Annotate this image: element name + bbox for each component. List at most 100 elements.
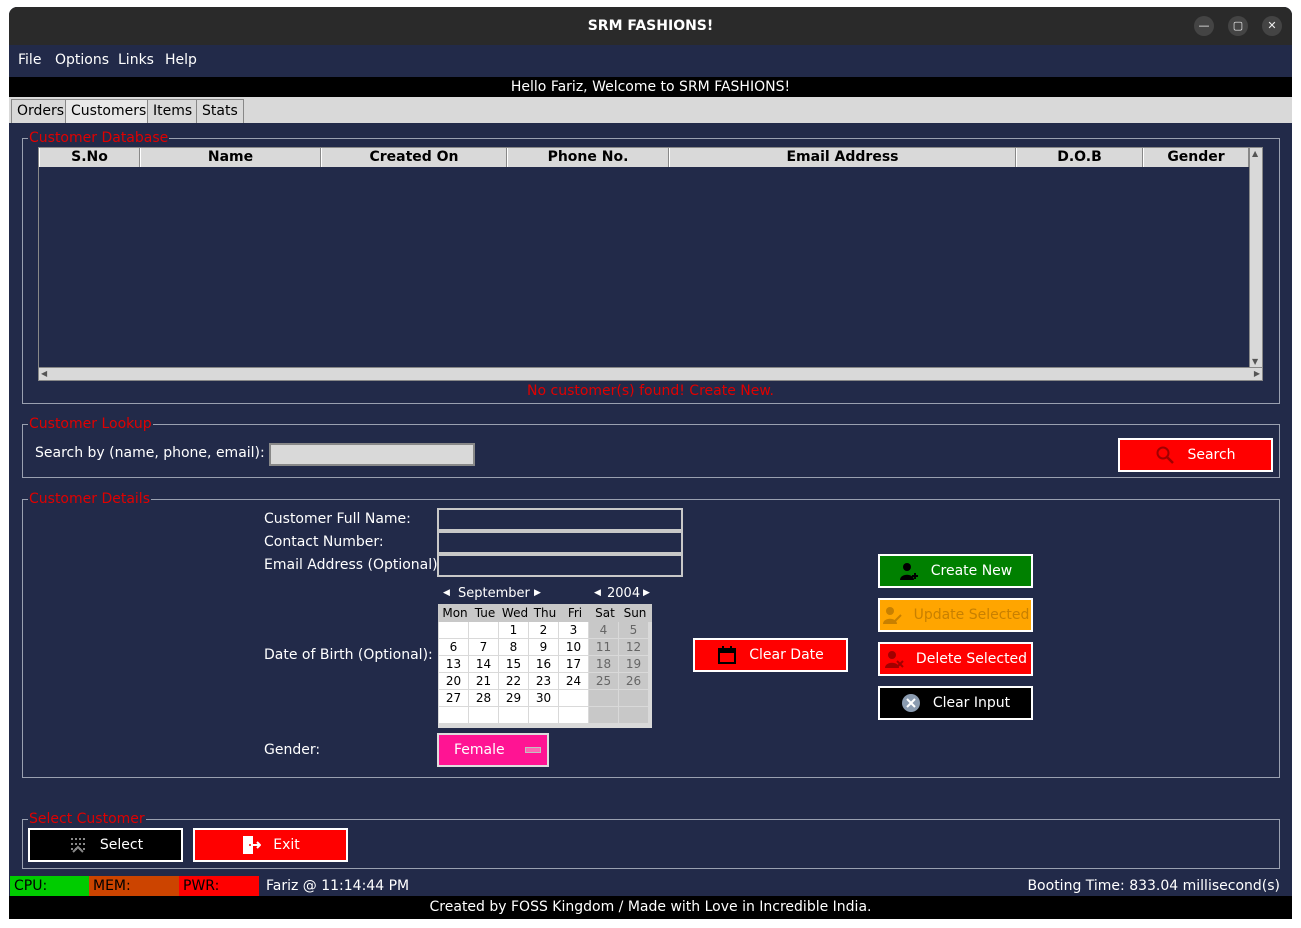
menu-options[interactable]: Options [55, 52, 109, 68]
weekday-wed: Wed [501, 606, 529, 620]
column-dob[interactable]: D.O.B [1016, 148, 1143, 167]
tab-orders[interactable]: Orders [11, 99, 71, 123]
status-bar: CPU: 5.5% MEM: 78.3% PWR: 0.0% Fariz @ 1… [9, 876, 1292, 914]
full-name-input[interactable] [437, 508, 683, 531]
calendar-day-5[interactable]: 5 [619, 622, 648, 638]
scroll-down-icon[interactable]: ▼ [1252, 357, 1258, 367]
calendar-day-7[interactable]: 7 [469, 639, 498, 655]
window-title: SRM FASHIONS! [587, 18, 714, 34]
cpu-usage: CPU: 5.5% [10, 876, 89, 914]
calendar-day-15[interactable]: 15 [499, 656, 528, 672]
calendar-day-14[interactable]: 14 [469, 656, 498, 672]
search-input[interactable] [269, 443, 475, 466]
calendar-day-4[interactable]: 4 [589, 622, 618, 638]
calendar-day-19[interactable]: 19 [619, 656, 648, 672]
contact-label: Contact Number: [264, 534, 384, 550]
scroll-left-icon[interactable]: ◀ [41, 369, 47, 379]
contact-input[interactable] [437, 531, 683, 554]
calendar-day-29[interactable]: 29 [499, 690, 528, 706]
calendar-day-27[interactable]: 27 [439, 690, 468, 706]
calendar-day-17[interactable]: 17 [559, 656, 588, 672]
update-selected-label: Update Selected [913, 607, 1030, 623]
calendar-empty-cell [469, 622, 498, 638]
tab-customers[interactable]: Customers [65, 99, 153, 123]
delete-user-icon [884, 651, 904, 668]
next-month-icon[interactable]: ▶ [534, 588, 541, 598]
table-header: S.No Name Created On Phone No. Email Add… [39, 148, 1249, 167]
vertical-scrollbar[interactable]: ▲ ▼ [1249, 148, 1262, 368]
calendar-day-6[interactable]: 6 [439, 639, 468, 655]
weekday-thu: Thu [533, 606, 557, 620]
calendar-empty-cell [559, 707, 588, 723]
column-name[interactable]: Name [140, 148, 321, 167]
delete-selected-label: Delete Selected [915, 651, 1028, 667]
boot-time: Booting Time: 833.04 millisecond(s) [1027, 878, 1280, 894]
calendar-day-23[interactable]: 23 [529, 673, 558, 689]
scroll-right-icon[interactable]: ▶ [1254, 369, 1260, 379]
calendar-day-25[interactable]: 25 [589, 673, 618, 689]
tab-stats[interactable]: Stats [196, 99, 244, 123]
calendar-empty-cell [619, 707, 648, 723]
scroll-up-icon[interactable]: ▲ [1252, 149, 1258, 159]
clear-input-button[interactable]: Clear Input [878, 686, 1033, 720]
customer-table[interactable]: S.No Name Created On Phone No. Email Add… [38, 147, 1263, 381]
calendar-day-12[interactable]: 12 [619, 639, 648, 655]
weekday-sun: Sun [623, 606, 647, 620]
create-new-button[interactable]: Create New [878, 554, 1033, 588]
calendar-day-24[interactable]: 24 [559, 673, 588, 689]
exit-button-label: Exit [273, 837, 300, 853]
date-picker-calendar[interactable]: ◀ September ▶ ◀ 2004 ▶ Mon Tue Wed Thu Fri Sa… [438, 582, 652, 728]
column-created-on[interactable]: Created On [321, 148, 507, 167]
menu-file[interactable]: File [18, 52, 41, 68]
exit-button[interactable]: Exit [193, 828, 348, 862]
column-phone[interactable]: Phone No. [507, 148, 669, 167]
email-input[interactable] [437, 554, 683, 577]
minimize-button[interactable]: — [1194, 16, 1214, 36]
update-selected-button[interactable]: Update Selected [878, 598, 1033, 632]
calendar-day-28[interactable]: 28 [469, 690, 498, 706]
calendar-day-18[interactable]: 18 [589, 656, 618, 672]
calendar-day-26[interactable]: 26 [619, 673, 648, 689]
customer-database-title: Customer Database [28, 130, 170, 146]
select-icon [70, 838, 85, 853]
calendar-day-1[interactable]: 1 [499, 622, 528, 638]
menu-links[interactable]: Links [118, 52, 154, 68]
select-customer-title: Select Customer [28, 811, 146, 827]
column-gender[interactable]: Gender [1143, 148, 1249, 167]
calendar-day-2[interactable]: 2 [529, 622, 558, 638]
calendar-day-9[interactable]: 9 [529, 639, 558, 655]
clear-date-button[interactable]: Clear Date [693, 638, 848, 672]
calendar-day-21[interactable]: 21 [469, 673, 498, 689]
calendar-empty-cell [559, 690, 588, 706]
calendar-month: September [458, 586, 530, 601]
gender-value: Female [454, 742, 505, 758]
calendar-day-16[interactable]: 16 [529, 656, 558, 672]
calendar-header: ◀ September ▶ ◀ 2004 ▶ [438, 582, 652, 604]
calendar-day-22[interactable]: 22 [499, 673, 528, 689]
horizontal-scrollbar[interactable]: ◀ ▶ [39, 367, 1262, 380]
calendar-day-10[interactable]: 10 [559, 639, 588, 655]
calendar-empty-cell [529, 707, 558, 723]
prev-month-icon[interactable]: ◀ [443, 588, 450, 598]
tab-items[interactable]: Items [147, 99, 199, 123]
calendar-empty-cell [589, 707, 618, 723]
menu-help[interactable]: Help [165, 52, 197, 68]
calendar-day-8[interactable]: 8 [499, 639, 528, 655]
calendar-day-11[interactable]: 11 [589, 639, 618, 655]
calendar-day-3[interactable]: 3 [559, 622, 588, 638]
close-button[interactable]: ✕ [1262, 16, 1282, 36]
calendar-day-20[interactable]: 20 [439, 673, 468, 689]
calendar-day-13[interactable]: 13 [439, 656, 468, 672]
column-email[interactable]: Email Address [669, 148, 1016, 167]
select-button[interactable]: Select [28, 828, 183, 862]
search-button[interactable]: Search [1118, 438, 1273, 472]
calendar-empty-cell [469, 707, 498, 723]
gender-select[interactable]: Female [437, 733, 549, 767]
next-year-icon[interactable]: ▶ [643, 588, 650, 598]
delete-selected-button[interactable]: Delete Selected [878, 642, 1033, 676]
maximize-button[interactable]: ▢ [1228, 16, 1248, 36]
prev-year-icon[interactable]: ◀ [594, 588, 601, 598]
calendar-day-30[interactable]: 30 [529, 690, 558, 706]
user-clock: Fariz @ 11:14:44 PM [266, 878, 410, 894]
column-sno[interactable]: S.No [39, 148, 140, 167]
